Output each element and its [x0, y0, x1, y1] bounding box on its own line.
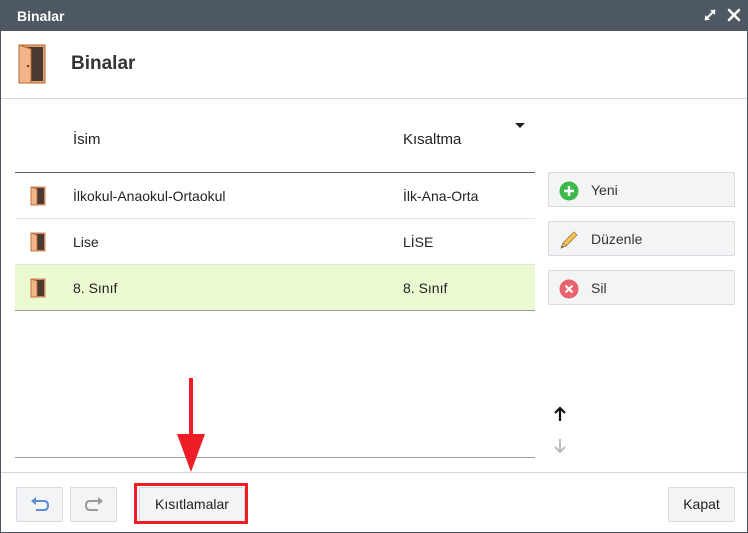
new-button[interactable]: Yeni [548, 172, 735, 207]
buildings-dialog: Binalar Binalar İsim Kısaltma İlkokul-An… [0, 0, 748, 533]
page-title: Binalar [71, 53, 136, 74]
column-header-abbreviation[interactable]: Kısaltma [403, 131, 461, 148]
delete-button[interactable]: Sil [548, 270, 735, 305]
x-circle-icon [559, 279, 579, 299]
redo-button[interactable] [70, 487, 117, 522]
window-title: Binalar [17, 8, 65, 24]
door-icon [30, 232, 46, 257]
row-name: Lise [73, 234, 99, 250]
sort-down-arrow-icon[interactable] [515, 123, 525, 128]
edit-button-label: Düzenle [591, 231, 643, 247]
buildings-table: İsim Kısaltma İlkokul-Anaokul-Ortaokul İ… [15, 111, 535, 311]
door-icon [30, 278, 46, 303]
row-abbreviation: İlk-Ana-Orta [403, 188, 479, 204]
edit-button[interactable]: Düzenle [548, 221, 735, 256]
window-titlebar: Binalar [1, 1, 747, 31]
new-button-label: Yeni [591, 182, 618, 198]
close-icon[interactable] [725, 6, 743, 24]
undo-button[interactable] [16, 487, 63, 522]
door-icon [30, 186, 46, 211]
column-header-name[interactable]: İsim [73, 131, 101, 148]
table-header: İsim Kısaltma [15, 111, 535, 173]
table-row[interactable]: İlkokul-Anaokul-Ortaokul İlk-Ana-Orta [15, 173, 535, 219]
row-name: 8. Sınıf [73, 280, 118, 296]
row-name: İlkokul-Anaokul-Ortaokul [73, 188, 226, 204]
maximize-icon[interactable] [701, 6, 719, 24]
row-abbreviation: LİSE [403, 234, 434, 250]
table-row[interactable]: Lise LİSE [15, 219, 535, 265]
table-bottom-divider [15, 457, 535, 458]
plus-circle-icon [559, 181, 579, 201]
dialog-header: Binalar [1, 31, 747, 99]
table-row-selected[interactable]: 8. Sınıf 8. Sınıf [15, 265, 535, 311]
restrictions-button[interactable]: Kısıtlamalar [139, 487, 245, 522]
row-abbreviation: 8. Sınıf [403, 280, 448, 296]
pencil-icon [559, 230, 579, 250]
arrow-up-icon[interactable] [552, 405, 568, 423]
annotation-arrow [177, 378, 205, 472]
delete-button-label: Sil [591, 280, 607, 296]
arrow-down-icon[interactable] [552, 437, 568, 455]
close-button[interactable]: Kapat [668, 487, 735, 522]
footer-divider [1, 472, 747, 473]
door-icon [17, 44, 49, 89]
